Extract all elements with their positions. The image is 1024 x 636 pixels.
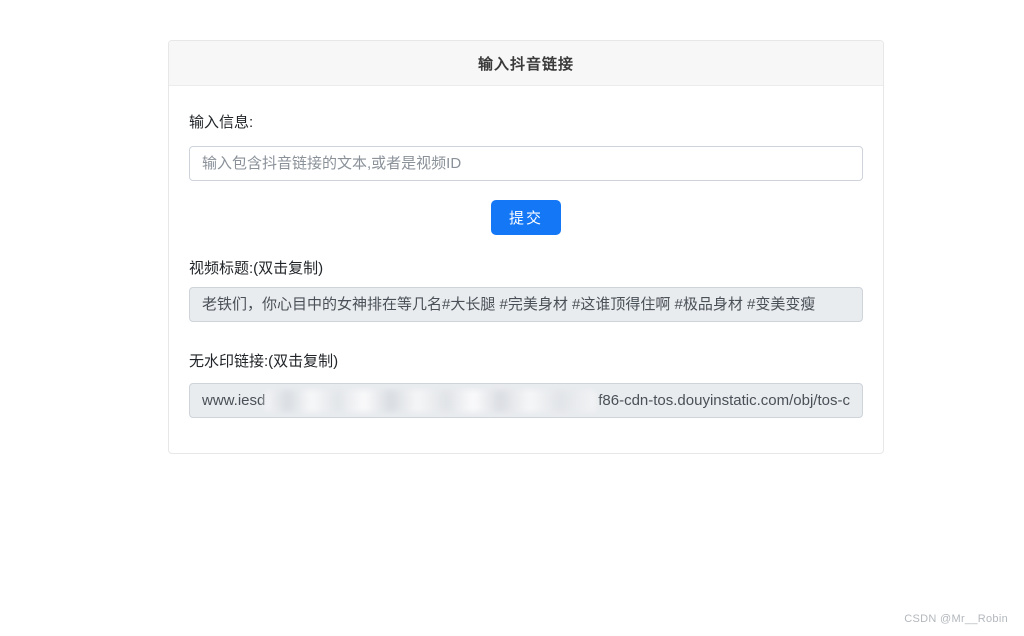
url-redacted-blur bbox=[265, 390, 596, 412]
no-watermark-link-field[interactable]: www.iesd f86-cdn-tos.douyinstatic.com/ob… bbox=[189, 383, 863, 418]
douyin-link-input[interactable] bbox=[189, 146, 863, 181]
input-info-label: 输入信息: bbox=[189, 111, 863, 132]
video-title-field[interactable]: 老铁们，你心目中的女神排在等几名#大长腿 #完美身材 #这谁顶得住啊 #极品身材… bbox=[189, 287, 863, 322]
submit-button[interactable]: 提交 bbox=[491, 200, 561, 235]
url-visible-end: f86-cdn-tos.douyinstatic.com/obj/tos-c bbox=[598, 384, 850, 417]
submit-button-row: 提交 bbox=[189, 200, 863, 235]
card-header-title: 输入抖音链接 bbox=[169, 41, 883, 86]
video-title-label: 视频标题:(双击复制) bbox=[189, 257, 863, 278]
douyin-link-card: 输入抖音链接 输入信息: 提交 视频标题:(双击复制) 老铁们，你心目中的女神排… bbox=[168, 40, 884, 454]
card-body: 输入信息: 提交 视频标题:(双击复制) 老铁们，你心目中的女神排在等几名#大长… bbox=[169, 86, 883, 453]
url-visible-start: www.iesd bbox=[202, 384, 265, 417]
csdn-watermark: CSDN @Mr__Robin bbox=[904, 613, 1008, 625]
no-watermark-link-label: 无水印链接:(双击复制) bbox=[189, 350, 863, 371]
